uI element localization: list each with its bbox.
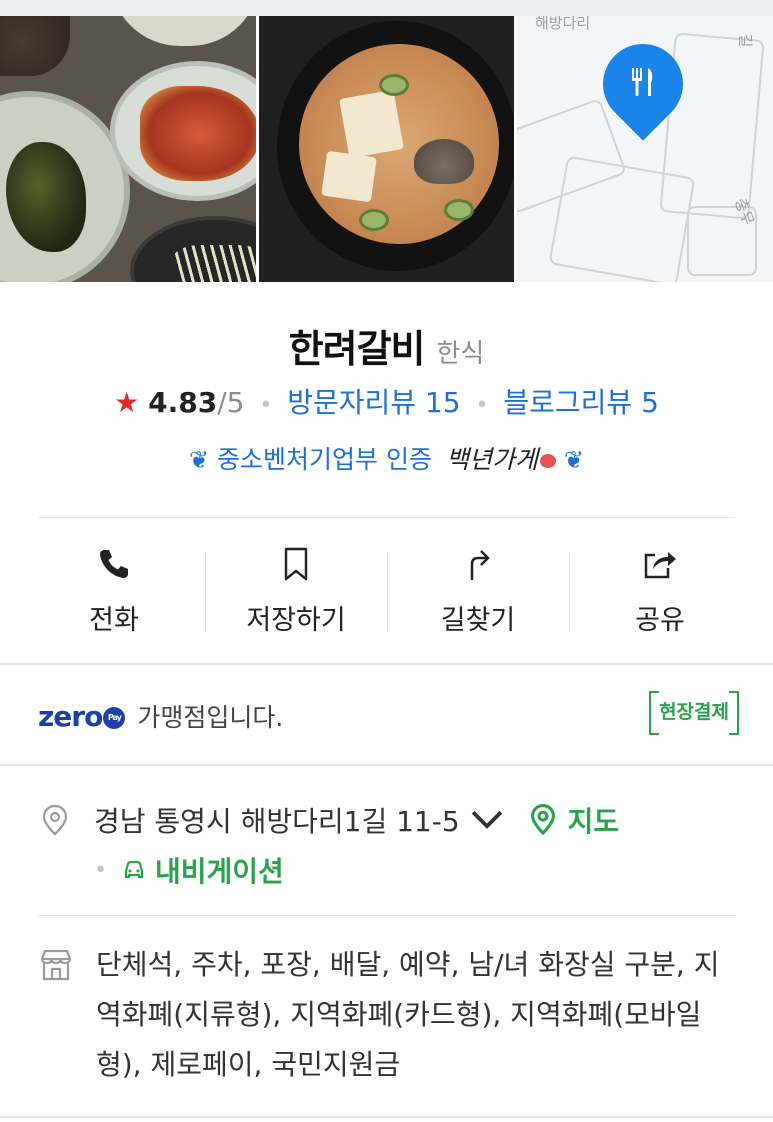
top-dish	[110, 16, 256, 46]
share-icon	[644, 552, 676, 579]
zeropay-text: 가맹점입니다.	[137, 703, 284, 732]
share-button[interactable]: 공유	[569, 540, 751, 640]
visitor-reviews-link[interactable]: 방문자리뷰 15	[287, 386, 460, 419]
directions-icon	[470, 550, 490, 580]
separator-dot: •	[94, 857, 107, 883]
address-text[interactable]: 경남 통영시 해방다리1길 11-5	[94, 800, 460, 840]
chevron-down-icon[interactable]	[470, 803, 504, 837]
seal-icon	[539, 454, 556, 468]
certification-script: 백년가게	[445, 445, 538, 474]
call-button[interactable]: 전화	[23, 540, 205, 640]
restaurant-icon	[632, 68, 653, 96]
section-separator	[0, 1116, 773, 1118]
blog-reviews-link[interactable]: 블로그리뷰 5	[503, 386, 659, 419]
directions-label: 길찾기	[440, 605, 516, 636]
place-category: 한식	[436, 339, 485, 369]
zeropay-row: zero Pay 가맹점입니다. 현장결제	[38, 686, 739, 746]
separator-dot: •	[259, 393, 273, 418]
directions-button[interactable]: 길찾기	[387, 540, 569, 640]
rating-max: /5	[217, 386, 245, 419]
call-label: 전화	[89, 605, 139, 636]
action-bar: 전화 저장하기 길찾기 공유	[23, 540, 751, 640]
save-label: 저장하기	[246, 605, 346, 636]
save-button[interactable]: 저장하기	[205, 540, 387, 640]
share-label: 공유	[635, 605, 685, 636]
laurel-left-icon: ❦	[188, 446, 210, 474]
mushroom-dish	[130, 216, 256, 282]
separator-dot: •	[475, 393, 489, 418]
laurel-right-icon: ❦	[563, 446, 585, 474]
star-icon: ★	[114, 386, 140, 419]
rating-score: 4.83	[148, 386, 218, 419]
map-label: 해방다리	[535, 16, 591, 32]
stew-soup	[299, 44, 499, 244]
certification-row[interactable]: ❦ 중소벤처기업부 인증 백년가게 ❦	[0, 440, 773, 476]
photo-strip[interactable]: 해방다리 길 충무	[0, 16, 773, 282]
top-bar	[0, 0, 773, 16]
car-icon	[124, 860, 144, 879]
phone-icon	[100, 550, 128, 578]
map-thumbnail[interactable]: 해방다리 길 충무	[517, 16, 773, 282]
meat-dish	[0, 16, 70, 76]
section-separator	[0, 764, 773, 766]
place-name: 한려갈비	[288, 327, 426, 371]
location-pin-icon	[42, 804, 68, 836]
rating-row: ★ 4.83/5 • 방문자리뷰 15 • 블로그리뷰 5	[0, 381, 773, 421]
map-link[interactable]: 지도	[526, 800, 619, 840]
kimchi-dish	[110, 61, 256, 201]
certification-text: 중소벤처기업부 인증	[217, 445, 432, 474]
amenities-section: 단체석, 주차, 포장, 배달, 예약, 남/녀 화장실 구분, 지역화폐(지류…	[38, 940, 735, 1090]
store-icon	[40, 949, 72, 981]
divider	[38, 517, 735, 518]
address-section: 경남 통영시 해방다리1길 11-5 지도 • 내비게이션	[38, 798, 735, 892]
zeropay-logo: zero Pay	[38, 700, 126, 733]
title-row: 한려갈비 한식	[0, 318, 773, 373]
photo-side-dishes[interactable]	[0, 16, 256, 282]
bookmark-icon	[284, 547, 308, 581]
divider	[38, 915, 735, 916]
amenities-text: 단체석, 주차, 포장, 배달, 예약, 남/녀 화장실 구분, 지역화폐(지류…	[96, 948, 720, 1081]
map-pin-icon	[530, 804, 555, 836]
photo-stew[interactable]	[259, 16, 514, 282]
section-separator	[0, 663, 773, 665]
navigation-link[interactable]: 내비게이션	[121, 850, 284, 890]
onsite-payment-badge: 현장결제	[649, 691, 739, 735]
map-label: 길	[736, 33, 755, 48]
